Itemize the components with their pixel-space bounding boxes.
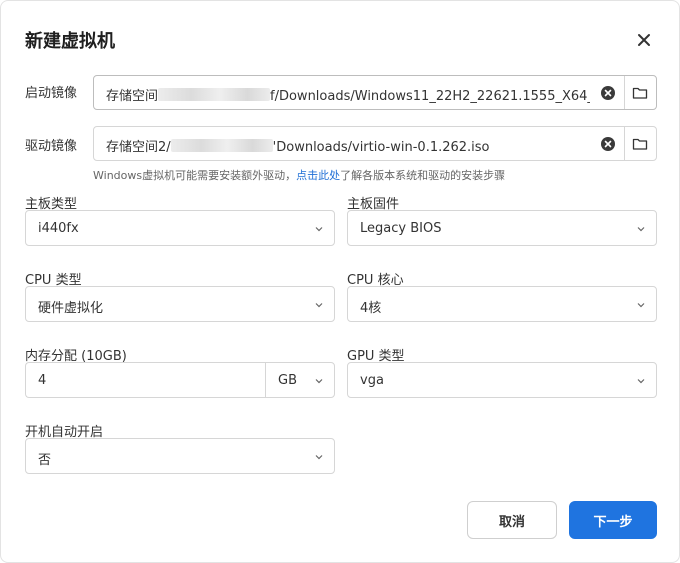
new-vm-dialog: 新建虚拟机 启动镜像 存储空间 f/Downloads/Windows11_22H… [0, 0, 680, 563]
hint-link[interactable]: 点击此处 [296, 169, 340, 182]
field-divider [624, 76, 625, 109]
board-type-select[interactable]: i440fx [25, 210, 335, 246]
chevron-down-icon [315, 455, 323, 460]
cpu-cores-value: 4核 [360, 301, 382, 316]
dialog-title: 新建虚拟机 [25, 31, 115, 52]
boot-image-path-prefix: 存储空间 [106, 89, 159, 104]
boot-image-label: 启动镜像 [25, 86, 78, 101]
cpu-type-value: 硬件虚拟化 [38, 301, 104, 316]
board-firmware-value: Legacy BIOS [360, 221, 442, 236]
boot-image-field[interactable]: 存储空间 f/Downloads/Windows11_22H2_22621.155… [93, 75, 657, 110]
next-button[interactable]: 下一步 [569, 501, 657, 539]
board-type-value: i440fx [38, 221, 79, 236]
driver-image-path: 存储空间2/ 'Downloads/virtio-win-0.1.262.iso [106, 136, 590, 155]
chevron-down-icon [637, 227, 645, 232]
driver-image-path-suffix: 'Downloads/virtio-win-0.1.262.iso [272, 140, 490, 155]
gpu-type-value: vga [360, 373, 384, 388]
clear-icon[interactable] [600, 85, 616, 101]
memory-value: 4 [38, 373, 47, 388]
hint-text-before: Windows虚拟机可能需要安装额外驱动， [93, 169, 297, 182]
autostart-select[interactable]: 否 [25, 438, 335, 474]
driver-image-path-prefix: 存储空间2/ [106, 140, 171, 155]
redacted-segment [158, 88, 271, 101]
close-icon[interactable] [631, 27, 657, 53]
cancel-button[interactable]: 取消 [467, 501, 557, 539]
chevron-down-icon [315, 379, 323, 384]
cpu-cores-select[interactable]: 4核 [347, 286, 657, 322]
boot-image-path-suffix: f/Downloads/Windows11_22H2_22621.1555_X6… [270, 89, 590, 104]
driver-image-label: 驱动镜像 [25, 139, 78, 154]
hint-text-after: 了解各版本系统和驱动的安装步骤 [340, 169, 506, 182]
folder-icon[interactable] [632, 136, 648, 152]
autostart-value: 否 [38, 453, 52, 468]
board-firmware-select[interactable]: Legacy BIOS [347, 210, 657, 246]
chevron-down-icon [637, 379, 645, 384]
memory-unit-select[interactable]: GB [265, 362, 335, 398]
driver-image-field[interactable]: 存储空间2/ 'Downloads/virtio-win-0.1.262.iso [93, 126, 657, 161]
gpu-type-select[interactable]: vga [347, 362, 657, 398]
memory-unit-value: GB [278, 373, 297, 388]
chevron-down-icon [315, 303, 323, 308]
boot-image-path: 存储空间 f/Downloads/Windows11_22H2_22621.155… [106, 85, 590, 104]
memory-input[interactable]: 4 [25, 362, 266, 398]
chevron-down-icon [637, 303, 645, 308]
redacted-segment [170, 139, 273, 152]
chevron-down-icon [315, 227, 323, 232]
clear-icon[interactable] [600, 136, 616, 152]
driver-hint: Windows虚拟机可能需要安装额外驱动，点击此处了解各版本系统和驱动的安装步骤 [93, 167, 505, 183]
cpu-type-select[interactable]: 硬件虚拟化 [25, 286, 335, 322]
field-divider [624, 127, 625, 160]
folder-icon[interactable] [632, 85, 648, 101]
